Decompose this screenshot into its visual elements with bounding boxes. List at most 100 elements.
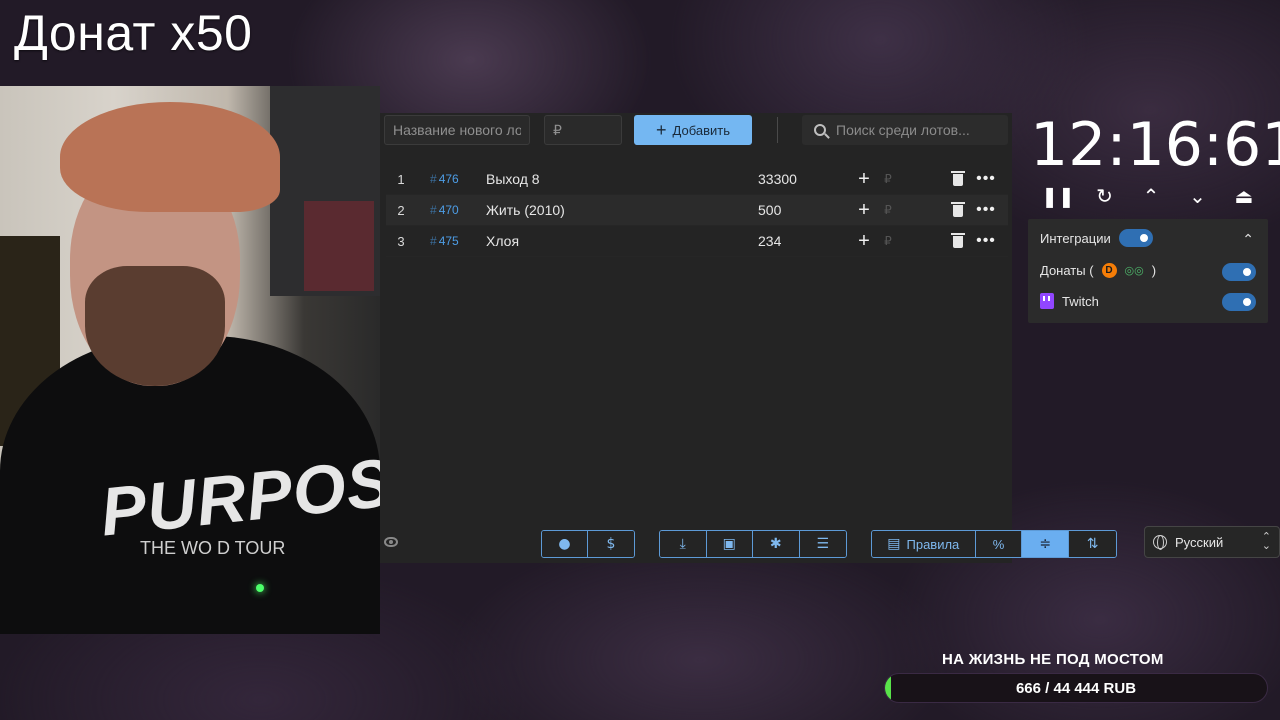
lot-index: 3 (397, 233, 405, 249)
lot-search-field[interactable]: Поиск среди лотов... (802, 115, 1008, 145)
lot-currency: ₽ (884, 203, 892, 217)
lot-row[interactable]: 2 #470 Жить (2010) 500 + ₽ ••• (386, 195, 1008, 226)
add-amount-icon[interactable]: + (850, 168, 878, 191)
lot-name[interactable]: Выход 8 (486, 171, 758, 187)
donation-goal-text: 666 / 44 444 RUB (1015, 679, 1137, 697)
donations-label: Донаты ( (1040, 263, 1094, 278)
add-amount-icon[interactable]: + (850, 199, 878, 222)
delete-lot-button[interactable] (950, 233, 966, 248)
language-select[interactable]: Русский ⌃ ⌄ (1144, 526, 1280, 558)
collapse-icon[interactable]: ⌃ (1242, 231, 1254, 248)
lot-row[interactable]: 3 #475 Хлоя 234 + ₽ ••• (386, 226, 1008, 257)
twitch-row: Twitch (1040, 293, 1099, 309)
dollar-icon: $ (606, 536, 616, 552)
add-amount-icon[interactable]: + (850, 230, 878, 253)
language-value: Русский (1175, 534, 1224, 550)
eject-icon[interactable]: ⏏ (1222, 184, 1266, 209)
lot-name-input[interactable] (384, 115, 530, 145)
download-button[interactable]: ⤓ (660, 531, 707, 557)
download-icon: ⤓ (679, 536, 686, 552)
bug-icon: ✱ (769, 536, 782, 552)
donatepay-icon: ◎◎ (1124, 265, 1144, 277)
hash-icon: # (430, 203, 437, 217)
stream-title: Донат х50 (14, 5, 253, 61)
more-options-icon[interactable]: ••• (966, 232, 1006, 250)
github-button[interactable]: ● (542, 531, 588, 557)
streamer-beard (85, 266, 225, 386)
donationalerts-icon: D (1101, 263, 1117, 278)
lot-currency: ₽ (884, 172, 892, 186)
hash-icon: # (430, 172, 437, 186)
pause-icon[interactable]: ❚❚ (1036, 184, 1080, 209)
sort-button[interactable]: ⇅ (1069, 531, 1116, 557)
lot-amount: 234 (758, 233, 782, 249)
integrations-toggle[interactable] (1118, 229, 1153, 247)
percent-button[interactable]: % (975, 531, 1023, 557)
lot-index: 1 (397, 171, 405, 187)
search-placeholder: Поиск среди лотов... (836, 122, 970, 138)
streamer-cap (60, 102, 280, 212)
clear-list-button[interactable]: ☰ (799, 531, 846, 557)
globe-icon (1153, 535, 1167, 550)
more-options-icon[interactable]: ••• (966, 170, 1006, 188)
select-arrows-icon: ⌃ ⌄ (1261, 531, 1271, 552)
file-button-group: ⤓ ▣ ✱ ☰ (659, 530, 847, 558)
integrations-title: Интеграции (1040, 230, 1111, 246)
lot-amount: 33300 (758, 171, 797, 187)
lot-id[interactable]: #476 (416, 172, 486, 186)
lot-id[interactable]: #470 (416, 203, 486, 217)
eye-icon[interactable] (384, 537, 398, 547)
add-lot-label: Добавить (672, 122, 730, 138)
view-button-group: ▤ Правила % ≑ ⇅ (871, 530, 1117, 558)
search-icon (814, 124, 826, 136)
clear-list-icon: ☰ (816, 536, 830, 552)
lot-id-value: 470 (438, 203, 459, 217)
lot-currency: ₽ (884, 234, 892, 248)
lot-name[interactable]: Жить (2010) (486, 202, 758, 218)
lot-id-value: 475 (438, 234, 459, 248)
trash-icon (951, 202, 965, 217)
twitch-label: Twitch (1062, 293, 1099, 309)
rules-button[interactable]: ▤ Правила (872, 531, 976, 557)
hash-icon: # (430, 234, 437, 248)
lot-amount: 500 (758, 202, 782, 218)
lot-id-value: 476 (438, 172, 459, 186)
twitch-toggle[interactable] (1222, 293, 1256, 311)
twitch-icon (1040, 293, 1054, 309)
more-options-icon[interactable]: ••• (966, 201, 1006, 219)
delete-lot-button[interactable] (950, 171, 966, 186)
integrations-header: Интеграции (1040, 229, 1153, 247)
webcam-poster (304, 201, 374, 291)
save-icon: ▣ (722, 536, 736, 552)
trash-icon (951, 233, 965, 248)
webcam-feed: PURPOSE THE WO D TOUR (0, 86, 380, 634)
donations-toggle[interactable] (1222, 263, 1256, 281)
lot-price-input[interactable] (544, 115, 622, 145)
led-light (256, 584, 264, 592)
plus-icon: + (656, 120, 667, 140)
compress-icon: ≑ (1039, 536, 1052, 552)
lot-toolbar: + Добавить Поиск среди лотов... (380, 113, 1012, 149)
reset-icon[interactable]: ↻ (1083, 184, 1127, 209)
rules-label: Правила (906, 536, 960, 552)
add-lot-button[interactable]: + Добавить (634, 115, 752, 145)
rules-icon: ▤ (887, 536, 901, 552)
links-button-group: ● $ (541, 530, 635, 558)
lot-name[interactable]: Хлоя (486, 233, 758, 249)
lot-id[interactable]: #475 (416, 234, 486, 248)
lot-index: 2 (397, 202, 405, 218)
chevron-down-icon[interactable]: ⌄ (1176, 184, 1220, 209)
auction-panel: + Добавить Поиск среди лотов... 1 #476 В… (380, 113, 1117, 563)
donation-goal-bar: 666 / 44 444 RUB (884, 673, 1268, 703)
compact-view-button[interactable]: ≑ (1022, 531, 1070, 557)
shirt-subprint: THE WO D TOUR (140, 538, 286, 558)
timer-display: 12:16:61 (1030, 110, 1280, 180)
donate-button[interactable]: $ (588, 531, 634, 557)
lot-row[interactable]: 1 #476 Выход 8 33300 + ₽ ••• (386, 164, 1008, 195)
lot-list: 1 #476 Выход 8 33300 + ₽ ••• 2 #470 Жить… (386, 164, 1008, 257)
delete-lot-button[interactable] (950, 202, 966, 217)
timer-controls: ❚❚ ↻ ⌃ ⌄ ⏏ (1036, 182, 1266, 210)
save-button[interactable]: ▣ (706, 531, 753, 557)
bug-report-button[interactable]: ✱ (753, 531, 800, 557)
chevron-up-icon[interactable]: ⌃ (1129, 184, 1173, 209)
